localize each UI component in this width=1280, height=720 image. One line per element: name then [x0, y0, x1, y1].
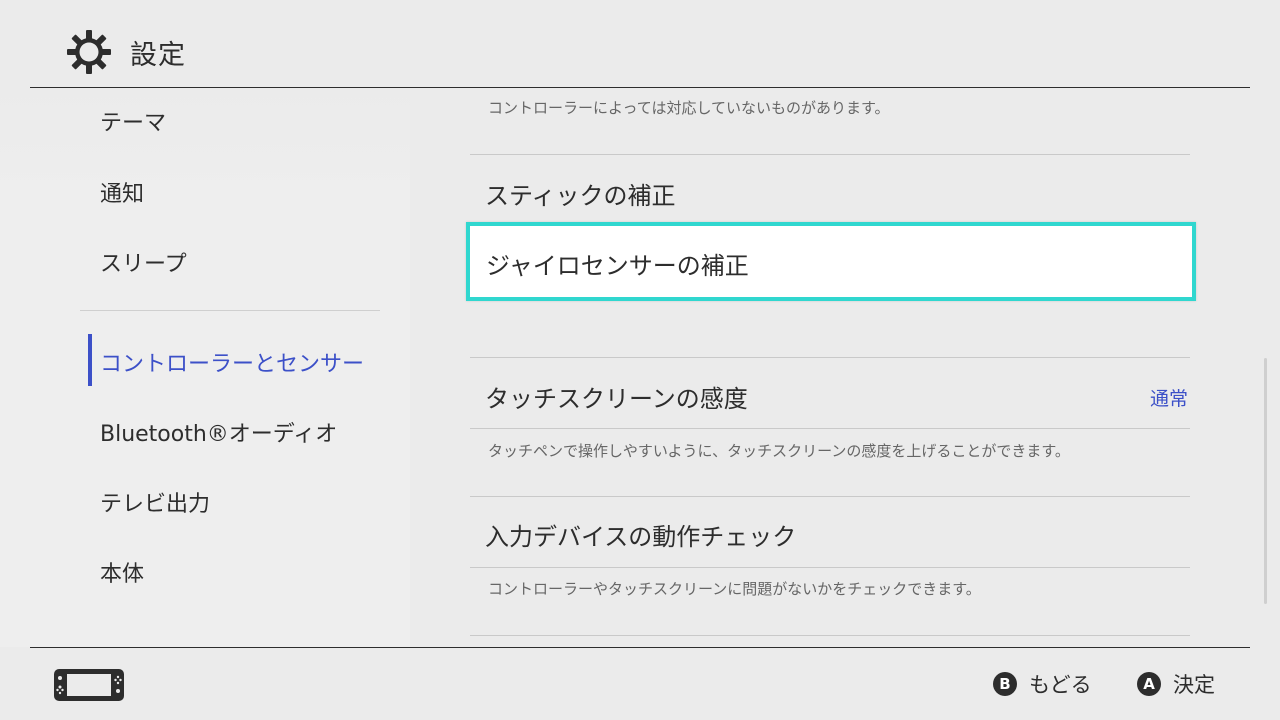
- page-title: 設定: [130, 40, 186, 71]
- sidebar-divider: [80, 310, 380, 311]
- row-divider: [470, 635, 1190, 636]
- a-button-icon: A: [1137, 672, 1161, 696]
- settings-list: コントローラーによっては対応していないものがあります。 スティックの補正 ジャイ…: [410, 88, 1280, 647]
- header: 設定: [0, 0, 1280, 88]
- sidebar-item-notifications[interactable]: 通知: [100, 176, 144, 208]
- confirm-button[interactable]: A 決定: [1137, 670, 1215, 698]
- row-description: コントローラーによっては対応していないものがあります。: [488, 99, 890, 117]
- back-label: もどる: [1029, 673, 1092, 697]
- row-divider: [470, 357, 1190, 358]
- row-gyro-calibration[interactable]: ジャイロセンサーの補正: [466, 222, 1196, 301]
- row-divider: [470, 496, 1190, 497]
- row-input-device-check[interactable]: 入力デバイスの動作チェック: [485, 517, 796, 552]
- sidebar-item-tv-output[interactable]: テレビ出力: [100, 486, 210, 518]
- sidebar-item-bluetooth-audio[interactable]: Bluetooth®オーディオ: [100, 416, 337, 448]
- scrollbar[interactable]: [1264, 358, 1267, 604]
- sidebar-active-indicator: [88, 334, 92, 386]
- row-title: ジャイロセンサーの補正: [486, 252, 749, 280]
- confirm-label: 決定: [1173, 673, 1215, 697]
- sidebar: テーマ 通知 スリープ コントローラーとセンサー Bluetooth®オーディオ…: [0, 88, 410, 647]
- b-button-icon: B: [993, 672, 1017, 696]
- touchscreen-sensitivity-value: 通常: [1149, 388, 1188, 410]
- handheld-console-icon: [54, 669, 124, 701]
- row-stick-calibration[interactable]: スティックの補正: [485, 176, 676, 211]
- row-description: タッチペンで操作しやすいように、タッチスクリーンの感度を上げることができます。: [488, 442, 1070, 460]
- row-divider: [470, 154, 1190, 155]
- back-button[interactable]: B もどる: [993, 670, 1092, 698]
- row-divider: [470, 428, 1190, 429]
- sidebar-item-theme[interactable]: テーマ: [100, 105, 166, 137]
- footer: B もどる A 決定: [0, 648, 1280, 720]
- gear-icon: [67, 30, 111, 74]
- sidebar-item-system[interactable]: 本体: [100, 556, 144, 588]
- row-divider: [470, 567, 1190, 568]
- row-touchscreen-sensitivity[interactable]: タッチスクリーンの感度: [485, 379, 748, 414]
- sidebar-item-controllers-sensors[interactable]: コントローラーとセンサー: [100, 346, 364, 378]
- row-description: コントローラーやタッチスクリーンに問題がないかをチェックできます。: [488, 580, 981, 598]
- sidebar-item-sleep[interactable]: スリープ: [100, 246, 187, 278]
